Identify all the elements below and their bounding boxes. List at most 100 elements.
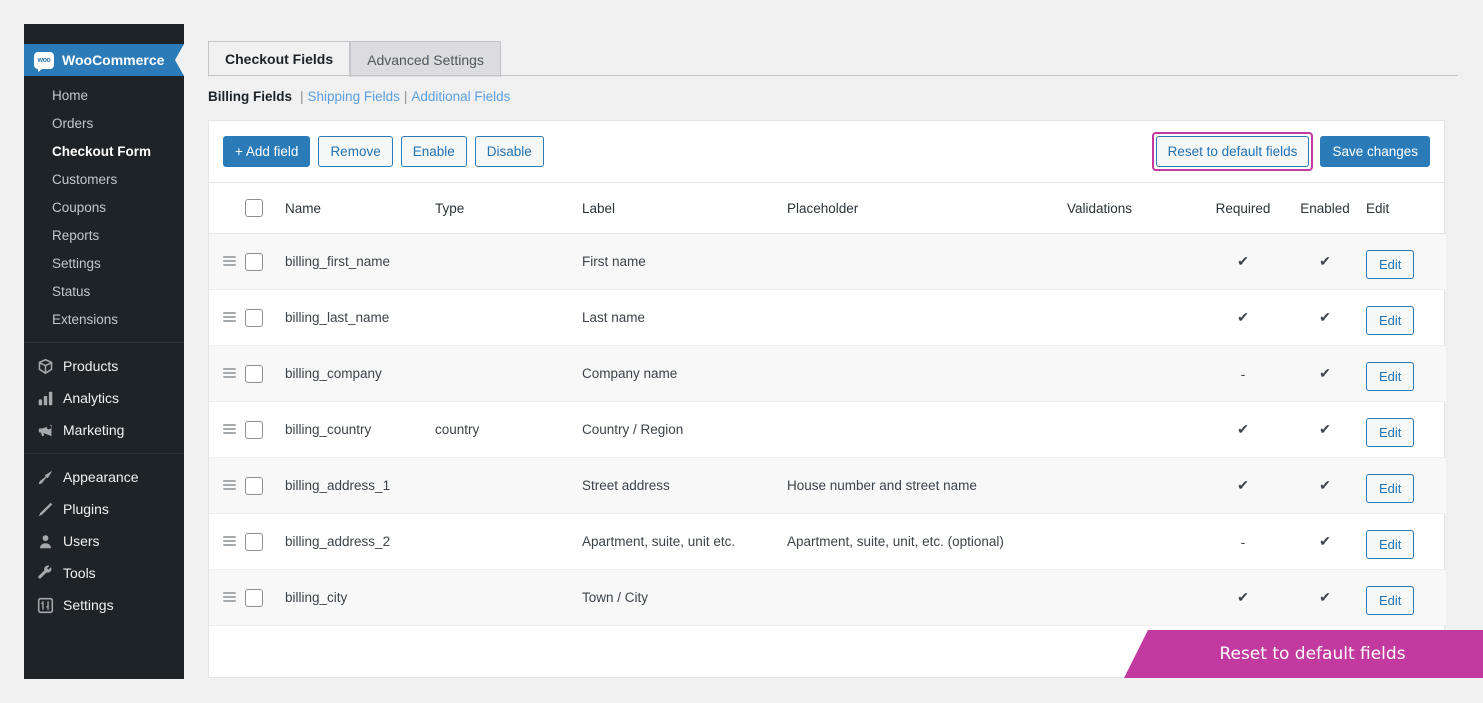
header-handle [209, 183, 245, 234]
reset-to-default-callout: Reset to default fields [1124, 630, 1483, 678]
sidebar-brand-label: WooCommerce [62, 52, 164, 68]
row-checkbox[interactable] [245, 421, 263, 439]
cell-edit: Edit [1366, 290, 1446, 346]
analytics-bars-icon [35, 388, 55, 408]
drag-handle-icon[interactable] [223, 312, 236, 322]
sidebar-item-status[interactable]: Status [24, 278, 184, 306]
edit-button[interactable]: Edit [1366, 418, 1414, 447]
row-checkbox[interactable] [245, 253, 263, 271]
users-person-icon [35, 531, 55, 551]
sidebar-item-checkout-form[interactable]: Checkout Form [24, 138, 184, 166]
select-all-checkbox[interactable] [245, 199, 263, 217]
edit-button[interactable]: Edit [1366, 362, 1414, 391]
cell-placeholder [787, 570, 1067, 626]
sidebar-item-plugins[interactable]: Plugins [24, 493, 184, 525]
cell-required: - [1202, 346, 1284, 402]
sidebar-item-label: Analytics [63, 388, 119, 408]
drag-handle-icon[interactable] [223, 368, 236, 378]
drag-handle-icon[interactable] [223, 480, 236, 490]
sidebar-brand-arrow-icon [175, 44, 184, 76]
toolbar-left-group: + Add field Remove Enable Disable [223, 136, 544, 167]
sidebar-item-products[interactable]: Products [24, 350, 184, 382]
cell-name: billing_address_1 [285, 458, 435, 514]
sidebar-group-site: Appearance Plugins Users Tools [24, 453, 184, 628]
row-checkbox[interactable] [245, 477, 263, 495]
appearance-brush-icon [35, 467, 55, 487]
cell-label: Last name [582, 290, 787, 346]
row-checkbox[interactable] [245, 309, 263, 327]
sidebar-subnav: Home Orders Checkout Form Customers Coup… [24, 76, 184, 342]
row-checkbox[interactable] [245, 533, 263, 551]
drag-handle-cell[interactable] [209, 570, 245, 626]
subnav-separator: | [404, 89, 408, 104]
header-name: Name [285, 183, 435, 234]
cell-label: Town / City [582, 570, 787, 626]
row-select-cell [245, 290, 285, 346]
add-field-button[interactable]: + Add field [223, 136, 310, 167]
sidebar-item-analytics[interactable]: Analytics [24, 382, 184, 414]
drag-handle-cell[interactable] [209, 346, 245, 402]
save-changes-button[interactable]: Save changes [1320, 136, 1430, 167]
cell-edit: Edit [1366, 234, 1446, 290]
sidebar-item-extensions[interactable]: Extensions [24, 306, 184, 334]
cell-edit: Edit [1366, 402, 1446, 458]
sidebar-item-appearance[interactable]: Appearance [24, 461, 184, 493]
cell-name: billing_country [285, 402, 435, 458]
callout-banner-shape: Reset to default fields [1124, 630, 1483, 678]
subnav-link-shipping-fields[interactable]: Shipping Fields [308, 89, 400, 104]
edit-button[interactable]: Edit [1366, 306, 1414, 335]
drag-handle-icon[interactable] [223, 536, 236, 546]
sidebar-item-settings-main[interactable]: Settings [24, 589, 184, 621]
drag-handle-cell[interactable] [209, 234, 245, 290]
edit-button[interactable]: Edit [1366, 474, 1414, 503]
reset-to-default-fields-button[interactable]: Reset to default fields [1156, 136, 1310, 167]
cell-edit: Edit [1366, 346, 1446, 402]
toolbar-right-group: Reset to default fields Save changes [1152, 132, 1430, 171]
sidebar-item-coupons[interactable]: Coupons [24, 194, 184, 222]
tab-advanced-settings[interactable]: Advanced Settings [350, 41, 501, 77]
drag-handle-icon[interactable] [223, 424, 236, 434]
row-checkbox[interactable] [245, 589, 263, 607]
edit-button[interactable]: Edit [1366, 250, 1414, 279]
drag-handle-cell[interactable] [209, 458, 245, 514]
row-select-cell [245, 514, 285, 570]
sidebar-item-users[interactable]: Users [24, 525, 184, 557]
sidebar-item-tools[interactable]: Tools [24, 557, 184, 589]
drag-handle-icon[interactable] [223, 592, 236, 602]
subnav-link-additional-fields[interactable]: Additional Fields [411, 89, 510, 104]
drag-handle-cell[interactable] [209, 514, 245, 570]
main-content: Checkout Fields Advanced Settings Billin… [208, 0, 1483, 703]
cell-required: ✔ [1202, 458, 1284, 514]
table-head: Name Type Label Placeholder Validations … [209, 183, 1446, 234]
tab-label: Advanced Settings [367, 52, 484, 68]
drag-handle-cell[interactable] [209, 402, 245, 458]
drag-handle-icon[interactable] [223, 256, 236, 266]
cell-type [435, 290, 582, 346]
products-box-icon [35, 356, 55, 376]
cell-type: country [435, 402, 582, 458]
checkout-fields-card: + Add field Remove Enable Disable Reset … [208, 120, 1445, 678]
sidebar-item-reports[interactable]: Reports [24, 222, 184, 250]
table-row: billing_country country Country / Region… [209, 402, 1446, 458]
sidebar-item-home[interactable]: Home [24, 82, 184, 110]
cell-validations [1067, 458, 1202, 514]
sidebar-item-customers[interactable]: Customers [24, 166, 184, 194]
table-body: billing_first_name First name ✔ ✔ Edit b… [209, 234, 1446, 626]
sidebar-brand-woocommerce[interactable]: woo WooCommerce [24, 44, 184, 76]
table-header-row: Name Type Label Placeholder Validations … [209, 183, 1446, 234]
drag-handle-cell[interactable] [209, 290, 245, 346]
row-checkbox[interactable] [245, 365, 263, 383]
remove-button[interactable]: Remove [318, 136, 392, 167]
cell-validations [1067, 290, 1202, 346]
sidebar-item-orders[interactable]: Orders [24, 110, 184, 138]
sidebar-item-settings[interactable]: Settings [24, 250, 184, 278]
cell-enabled: ✔ [1284, 234, 1366, 290]
sidebar-item-label: Marketing [63, 420, 124, 440]
sidebar-item-marketing[interactable]: Marketing [24, 414, 184, 446]
edit-button[interactable]: Edit [1366, 530, 1414, 559]
enable-button[interactable]: Enable [401, 136, 467, 167]
tab-checkout-fields[interactable]: Checkout Fields [208, 41, 350, 77]
disable-button[interactable]: Disable [475, 136, 544, 167]
edit-button[interactable]: Edit [1366, 586, 1414, 615]
cell-enabled: ✔ [1284, 458, 1366, 514]
